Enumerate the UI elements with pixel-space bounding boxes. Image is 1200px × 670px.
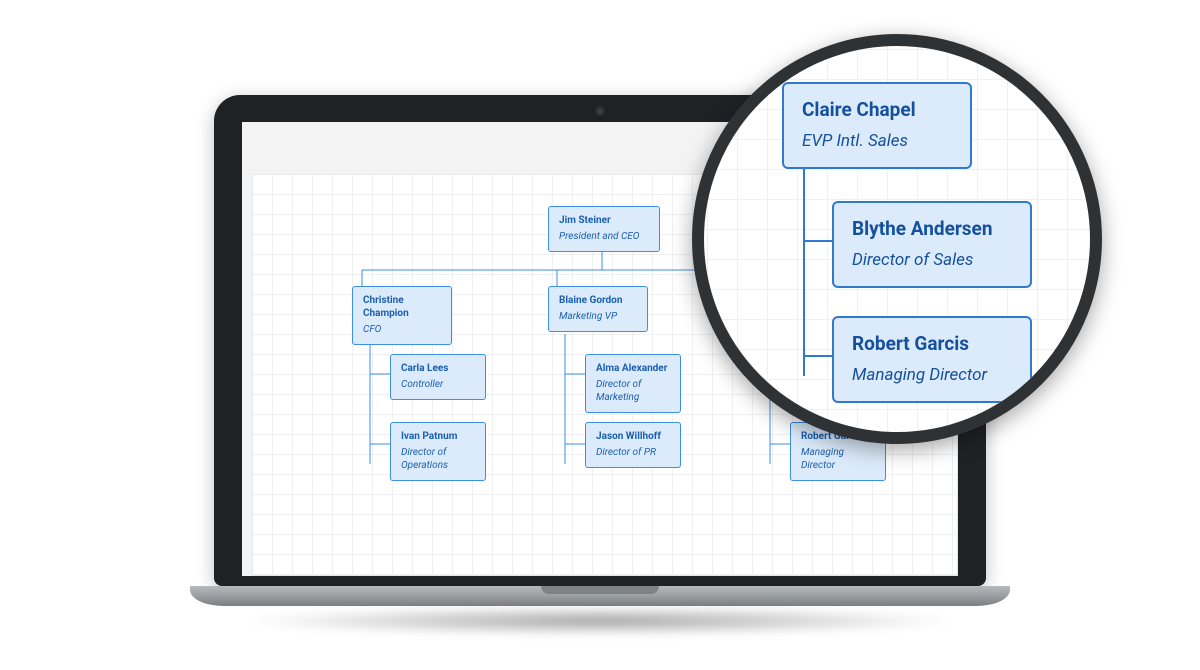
org-node[interactable]: Ivan Patnum Director of Operations [390,422,486,481]
org-node[interactable]: Alma Alexander Director of Marketing [585,354,681,413]
zoom-node-title: EVP Intl. Sales [802,131,952,151]
laptop-shadow [240,606,960,636]
org-node-name: Blaine Gordon [559,294,637,307]
zoom-node-head[interactable]: Claire Chapel EVP Intl. Sales [782,82,972,169]
org-node-name: Jim Steiner [559,214,649,227]
org-node-title: Managing Director [801,446,875,472]
org-node-marketing-vp[interactable]: Blaine Gordon Marketing VP [548,286,648,332]
zoom-node-name: Robert Garcis [852,332,1012,355]
zoom-node-name: Blythe Andersen [852,217,1012,240]
zoom-node-title: Managing Director [852,365,1012,385]
org-node-name: Jason Willhoff [596,430,670,443]
zoom-node[interactable]: Blythe Andersen Director of Sales [832,201,1032,288]
org-node-title: Director of PR [596,446,670,459]
org-node-title: CFO [363,323,441,336]
org-node-cfo[interactable]: Christine Champion CFO [352,286,452,345]
org-node-title: Director of Operations [401,446,475,472]
zoom-node-name: Claire Chapel [802,98,952,121]
zoom-node-title: Director of Sales [852,250,1012,270]
org-node-name: Ivan Patnum [401,430,475,443]
org-node-title: President and CEO [559,230,649,243]
org-node-ceo[interactable]: Jim Steiner President and CEO [548,206,660,252]
org-node[interactable]: Carla Lees Controller [390,354,486,400]
laptop-base [190,586,1010,606]
org-node-title: Director of Marketing [596,378,670,404]
org-node-title: Marketing VP [559,310,637,323]
laptop-hinge-notch [541,586,659,594]
org-node-name: Christine Champion [363,294,441,320]
org-node-name: Carla Lees [401,362,475,375]
zoom-node[interactable]: Robert Garcis Managing Director [832,316,1032,403]
org-node[interactable]: Jason Willhoff Director of PR [585,422,681,468]
magnifier-lens: Claire Chapel EVP Intl. Sales Blythe And… [692,34,1102,444]
org-node-name: Alma Alexander [596,362,670,375]
org-node-title: Controller [401,378,475,391]
camera-icon [597,108,603,114]
